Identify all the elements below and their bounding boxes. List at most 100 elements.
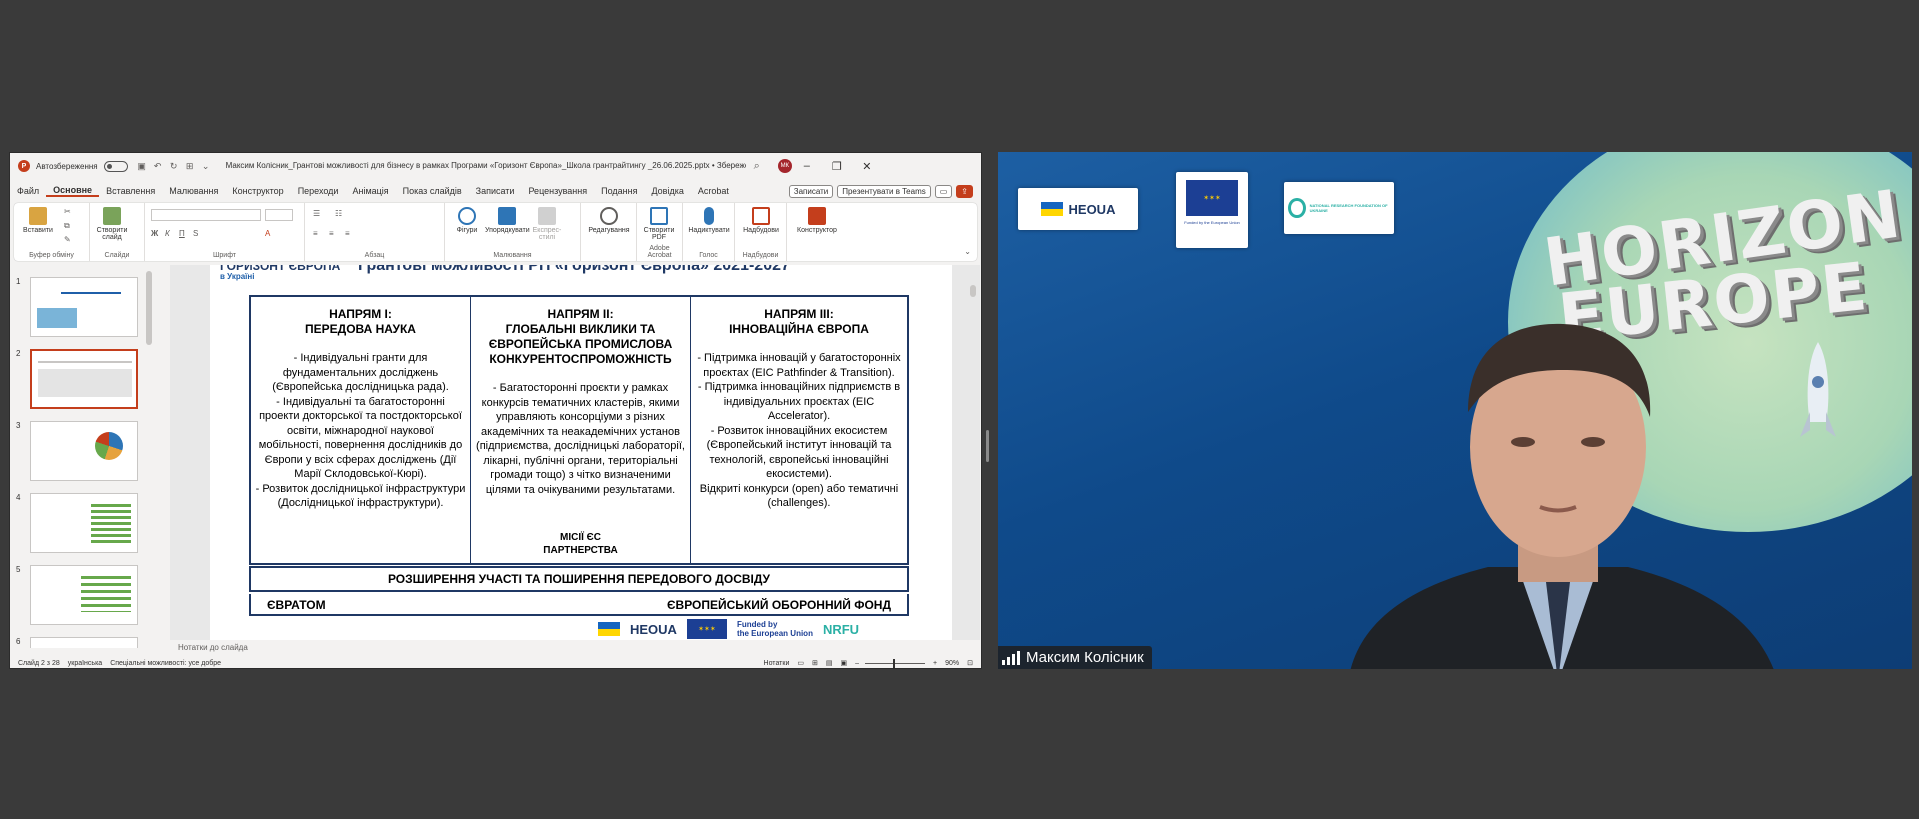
shapes-icon	[458, 207, 476, 225]
slide-thumbnail-4[interactable]	[30, 493, 138, 553]
fit-slide-icon[interactable]: ⊡	[967, 659, 973, 667]
close-icon[interactable]: ✕	[852, 160, 882, 173]
accessibility-status[interactable]: Спеціальні можливості: усе добре	[110, 660, 221, 667]
font-name-field[interactable]	[151, 209, 261, 221]
bottom-row: ЄВРАТОМ ЄВРОПЕЙСЬКИЙ ОБОРОННИЙ ФОНД	[249, 594, 909, 616]
slide-thumbnail-1[interactable]	[30, 277, 138, 337]
pillar-3-text: - Підтримка інновацій у багатосторонніх …	[697, 352, 901, 509]
tab-transitions[interactable]: Переходи	[291, 186, 346, 196]
maximize-icon[interactable]: ❐	[822, 160, 852, 173]
search-icon[interactable]: ⌕	[754, 160, 760, 173]
slide-thumbnail-5[interactable]	[30, 565, 138, 625]
zoom-level[interactable]: 90%	[945, 660, 959, 667]
share-icon[interactable]: ⇪	[956, 184, 973, 198]
slide-thumbnail-6[interactable]	[30, 637, 138, 648]
underline-icon[interactable]: П	[179, 229, 185, 238]
thumb-number: 3	[16, 421, 21, 430]
create-pdf-button[interactable]: Створити PDF	[637, 207, 681, 241]
strikethrough-icon[interactable]: S	[193, 229, 198, 238]
comments-icon[interactable]: ▭	[934, 184, 953, 198]
tab-help[interactable]: Довідка	[644, 186, 690, 196]
align-left-icon[interactable]: ≡	[313, 229, 318, 238]
numbering-icon[interactable]: ☷	[335, 209, 342, 218]
tab-file[interactable]: Файл	[10, 186, 46, 196]
save-icon[interactable]: ▣	[136, 161, 148, 172]
autosave-toggle[interactable]	[103, 160, 128, 172]
tab-insert[interactable]: Вставлення	[99, 186, 162, 196]
redo-icon[interactable]: ↻	[168, 161, 180, 172]
record-button[interactable]: Записати	[788, 184, 834, 198]
tab-acrobat[interactable]: Acrobat	[691, 186, 736, 196]
quick-styles-button[interactable]: Експрес-стилі	[525, 207, 569, 241]
slideshow-icon[interactable]: ▣	[840, 659, 847, 667]
pillar-2-heading: НАПРЯМ ІІ: ГЛОБАЛЬНІ ВИКЛИКИ ТА ЄВРОПЕЙС…	[488, 307, 673, 366]
language-indicator[interactable]: українська	[68, 660, 102, 667]
euratom-label: ЄВРАТОМ	[267, 598, 326, 612]
undo-icon[interactable]: ↶	[152, 161, 164, 172]
slide-sorter-icon[interactable]: ⊞	[812, 659, 818, 667]
voice-group: Надиктувати Голос	[683, 203, 735, 261]
notes-button[interactable]: Нотатки	[764, 660, 790, 667]
tab-home[interactable]: Основне	[46, 185, 100, 197]
paste-button[interactable]: Вставити	[16, 207, 60, 234]
tab-record[interactable]: Записати	[469, 186, 522, 196]
avatar[interactable]: МК	[777, 159, 792, 173]
addins-button[interactable]: Надбудови	[739, 207, 783, 234]
normal-view-icon[interactable]: ▭	[797, 659, 804, 667]
tab-draw[interactable]: Малювання	[162, 186, 225, 196]
participant-video[interactable]: HORIZON EUROPE НЕОUA ✶✶✶ Funded by the E…	[998, 152, 1912, 669]
present-icon[interactable]: ⊞	[184, 161, 196, 172]
slide-canvas[interactable]: ГОРИЗОНТ ЄВРОПА в Україні Грантові можли…	[210, 265, 952, 640]
tab-animations[interactable]: Анімація	[345, 186, 395, 196]
thumb-number: 6	[16, 637, 21, 646]
designer-button[interactable]: Конструктор	[795, 207, 839, 234]
minimize-icon[interactable]: –	[792, 160, 822, 172]
notes-pane[interactable]: Нотатки до слайда	[170, 643, 980, 655]
thumbnails-scrollbar[interactable]	[146, 271, 152, 345]
collapse-ribbon-icon[interactable]: ⌄	[964, 247, 971, 256]
shapes-button[interactable]: Фігури	[445, 207, 489, 234]
bullets-icon[interactable]: ☰	[313, 209, 320, 218]
zoom-slider[interactable]	[865, 658, 926, 668]
tab-review[interactable]: Рецензування	[521, 186, 594, 196]
cut-icon[interactable]: ✂	[64, 207, 71, 216]
clipboard-group: Вставити ✂ ⧉ ✎ Буфер обміну	[14, 203, 90, 261]
tab-slideshow[interactable]: Показ слайдів	[396, 186, 469, 196]
editing-button[interactable]: Редагування	[587, 207, 631, 234]
new-slide-button[interactable]: Створити слайд	[90, 207, 134, 241]
zoom-in-icon[interactable]: +	[933, 660, 937, 667]
tab-view[interactable]: Подання	[594, 186, 644, 196]
powerpoint-logo-icon: P	[18, 160, 30, 172]
italic-icon[interactable]: К	[165, 229, 170, 238]
pane-divider-handle[interactable]	[986, 430, 989, 462]
slide-scrollbar[interactable]	[970, 285, 976, 297]
thumb-line	[38, 361, 132, 363]
copy-icon[interactable]: ⧉	[64, 221, 70, 231]
arrange-button[interactable]: Упорядкувати	[485, 207, 530, 234]
align-center-icon[interactable]: ≡	[329, 229, 334, 238]
pillar-2-text: - Багатосторонні проєкти у рамках конкур…	[476, 382, 685, 496]
ribbon: Вставити ✂ ⧉ ✎ Буфер обміну Створити сла…	[14, 203, 977, 261]
tab-design[interactable]: Конструктор	[225, 186, 290, 196]
pillar-2: НАПРЯМ ІІ: ГЛОБАЛЬНІ ВИКЛИКИ ТА ЄВРОПЕЙС…	[471, 297, 691, 563]
zoom-out-icon[interactable]: –	[855, 660, 859, 667]
paragraph-group: ☰ ☷ ≡ ≡ ≡ Абзац	[305, 203, 445, 261]
customize-chevron-icon[interactable]: ⌄	[200, 161, 212, 172]
align-right-icon[interactable]: ≡	[345, 229, 350, 238]
pillar-3: НАПРЯМ ІІІ: ІННОВАЦІЙНА ЄВРОПА - Підтрим…	[691, 297, 907, 563]
thumb-number: 5	[16, 565, 21, 574]
rocket-icon	[1800, 342, 1836, 437]
thumb-number: 2	[16, 349, 21, 358]
slide-thumbnail-3[interactable]	[30, 421, 138, 481]
adobe-label: Adobe Acrobat	[647, 245, 672, 259]
present-teams-button[interactable]: Презентувати в Teams	[837, 184, 931, 198]
pillar-1: НАПРЯМ І: ПЕРЕДОВА НАУКА - Індивідуальні…	[251, 297, 471, 563]
slide-thumbnail-2[interactable]	[30, 349, 138, 409]
bold-icon[interactable]: Ж	[151, 229, 158, 238]
dictate-button[interactable]: Надиктувати	[687, 207, 731, 234]
reading-view-icon[interactable]: ▤	[826, 659, 833, 667]
font-color-icon[interactable]: A	[265, 229, 270, 238]
format-painter-icon[interactable]: ✎	[64, 235, 71, 244]
font-size-field[interactable]	[265, 209, 293, 221]
document-title[interactable]: Максим Колісник_Грантові можливості для …	[226, 161, 746, 171]
